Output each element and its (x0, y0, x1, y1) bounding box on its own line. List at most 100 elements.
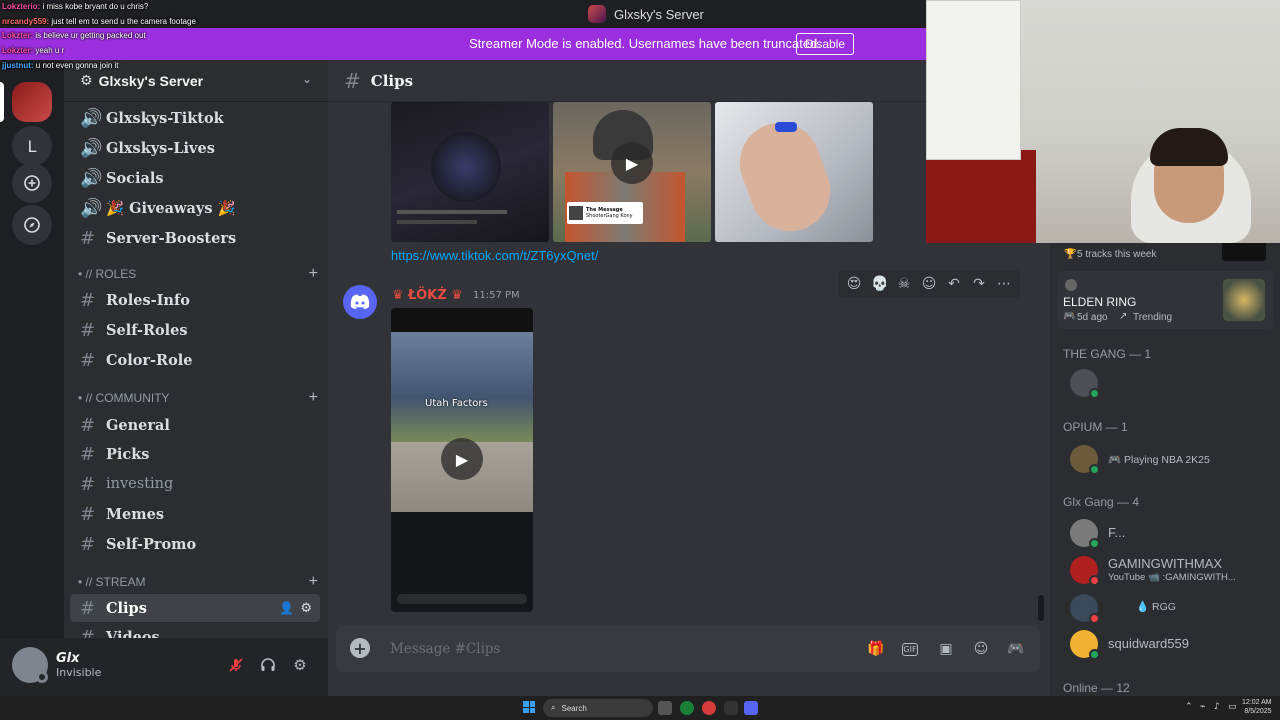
activities-icon[interactable]: 🎮 (1007, 640, 1025, 658)
volume-icon[interactable]: ♪ (1214, 702, 1220, 712)
battery-icon[interactable]: ▭ (1228, 702, 1237, 712)
thumb-card-text: The Message ShooterGang Kony (586, 207, 633, 219)
section-online: Online — 12 (1063, 681, 1130, 695)
reply-icon[interactable]: ↶ (946, 276, 962, 292)
heart-eyes-reaction-icon[interactable]: 😍 (846, 276, 862, 292)
channel-label: Color-Role (106, 351, 193, 369)
tiktok-link[interactable]: https://www.tiktok.com/t/ZT6yxQnet/ (391, 248, 598, 263)
channel-glxskys-lives[interactable]: 🔊 Glxskys-Lives (70, 134, 320, 162)
clip-thumbnail-2[interactable]: ▶ The Message ShooterGang Kony (553, 102, 711, 242)
category-roles[interactable]: • // ROLES + (78, 264, 318, 284)
member-sub: YouTube 📹 :GAMINGWITH... (1108, 572, 1236, 583)
tray-chevron-icon[interactable]: ⌃ (1185, 702, 1193, 712)
disable-streamer-button[interactable]: Disable (796, 33, 855, 55)
channel-settings-icon[interactable]: ⚙ (300, 601, 312, 616)
channel-general[interactable]: # General (70, 411, 320, 439)
member-row[interactable]: 🎮 Playing NBA 2K25 (1070, 445, 1270, 479)
play-icon[interactable]: ▶ (441, 438, 483, 480)
album-art[interactable] (1222, 243, 1266, 261)
message-timestamp: 11:57 PM (473, 290, 520, 301)
add-channel-icon[interactable]: + (309, 573, 318, 591)
thumb-comment-line (397, 220, 477, 224)
channel-roles-info[interactable]: # Roles-Info (70, 286, 320, 314)
member-row[interactable] (1070, 369, 1270, 403)
status-online-icon (1089, 538, 1100, 549)
video-caption: Utah Factors (425, 398, 488, 409)
user-settings-gear-icon[interactable]: ⚙ (289, 654, 311, 676)
server-l[interactable]: L (12, 126, 52, 166)
headphones-icon[interactable] (257, 654, 279, 676)
message-author[interactable]: ♛ ŁÖKŻ ♛ (392, 288, 463, 303)
scrollbar[interactable] (1038, 595, 1044, 621)
forward-icon[interactable]: ↷ (971, 276, 987, 292)
video-legs (391, 332, 533, 442)
hash-icon: # (344, 68, 361, 93)
game-activity-card[interactable]: ELDEN RING 🎮 5d ago ↗ Trending (1057, 271, 1273, 329)
channel-self-roles[interactable]: # Self-Roles (70, 316, 320, 344)
add-channel-icon[interactable]: + (309, 389, 318, 407)
channel-self-promo[interactable]: # Self-Promo (70, 530, 320, 558)
channel-giveaways[interactable]: 🔊 🎉 Giveaways 🎉 (70, 194, 320, 222)
video-attachment[interactable]: Utah Factors ▶ (391, 308, 533, 612)
clip-thumbnail-3[interactable] (715, 102, 873, 242)
member-list: 🏆 5 tracks this week ELDEN RING 🎮 5d ago… (1050, 243, 1280, 696)
game-trend: Trending (1133, 312, 1173, 323)
chat-user: Lokzterio: (2, 2, 41, 11)
thumb-card: The Message ShooterGang Kony (567, 202, 643, 224)
member-row[interactable]: squidward559 (1070, 630, 1270, 664)
gift-icon[interactable]: 🎁 (867, 640, 885, 658)
invite-icon[interactable]: 👤 (279, 601, 294, 615)
channel-glxskys-tiktok[interactable]: 🔊 Glxskys-Tiktok (70, 104, 320, 132)
chrome-icon[interactable] (680, 701, 694, 715)
skull-reaction-icon[interactable]: ☠ (896, 276, 912, 292)
category-community[interactable]: • // COMMUNITY + (78, 388, 318, 408)
message-input[interactable] (390, 638, 790, 660)
discord-avatar-icon[interactable] (343, 285, 377, 319)
app-icon[interactable] (702, 701, 716, 715)
channel-server-boosters[interactable]: # Server-Boosters (70, 224, 320, 252)
member-row[interactable]: GAMINGWITHMAX YouTube 📹 :GAMINGWITH... (1070, 556, 1270, 590)
channel-picks[interactable]: # Picks (70, 440, 320, 468)
channel-videos[interactable]: # Videos (70, 623, 320, 639)
chat-user: jjustnut: (2, 60, 34, 70)
discord-taskbar-icon[interactable] (744, 701, 758, 715)
discord-window: Glxsky's Server Streamer Mode is enabled… (0, 0, 1280, 720)
video-message-bar (397, 594, 527, 604)
network-icon[interactable]: ⌁ (1200, 702, 1205, 712)
speaker-icon: 🔊 (80, 107, 103, 129)
skull-reaction-icon[interactable]: 💀 (871, 276, 888, 292)
channel-label: Self-Promo (106, 535, 197, 553)
play-icon[interactable]: ▶ (611, 142, 653, 184)
channel-investing[interactable]: # investing (70, 470, 320, 498)
emoji-icon[interactable]: ☺ (972, 640, 990, 658)
chat-text: i miss kobe bryant do u chris? (42, 2, 149, 11)
task-view-icon[interactable] (658, 701, 672, 715)
windows-start-icon[interactable] (523, 701, 535, 713)
hash-icon: # (80, 289, 96, 311)
server-glxsky[interactable] (12, 82, 52, 122)
sticker-icon[interactable]: ▣ (937, 640, 955, 658)
member-row[interactable]: 💧 RGG (1070, 594, 1270, 628)
attach-plus-icon[interactable]: + (350, 638, 370, 658)
clip-thumbnail-1[interactable] (391, 102, 549, 242)
mute-mic-icon[interactable] (225, 654, 247, 676)
add-channel-icon[interactable]: + (309, 265, 318, 283)
add-reaction-icon[interactable]: ☺ (921, 276, 937, 292)
member-row[interactable]: F... (1070, 519, 1270, 553)
explore-icon[interactable] (12, 205, 52, 245)
obs-icon[interactable] (724, 701, 738, 715)
gif-icon[interactable]: GIF (902, 643, 918, 656)
more-icon[interactable]: ⋯ (996, 276, 1012, 292)
channel-memes[interactable]: # Memes (70, 500, 320, 528)
category-stream[interactable]: • // STREAM + (78, 572, 318, 592)
add-server-icon[interactable] (12, 163, 52, 203)
chat-user: Lokzter: (2, 46, 34, 56)
category-label: • // ROLES (78, 267, 137, 281)
channel-label: Memes (106, 505, 165, 523)
channel-socials[interactable]: 🔊 Socials (70, 164, 320, 192)
channel-sidebar: ⚙ Glxsky's Server ⌄ 🔊 Glxskys-Tiktok 🔊 Glx… (64, 60, 328, 638)
channel-clips[interactable]: # Clips 👤 ⚙ (70, 594, 320, 622)
channel-color-role[interactable]: # Color-Role (70, 346, 320, 374)
taskbar-clock[interactable]: 12:02 AM 8/5/2025 (1242, 698, 1272, 716)
taskbar-search[interactable]: ⌕ Search (543, 699, 653, 717)
